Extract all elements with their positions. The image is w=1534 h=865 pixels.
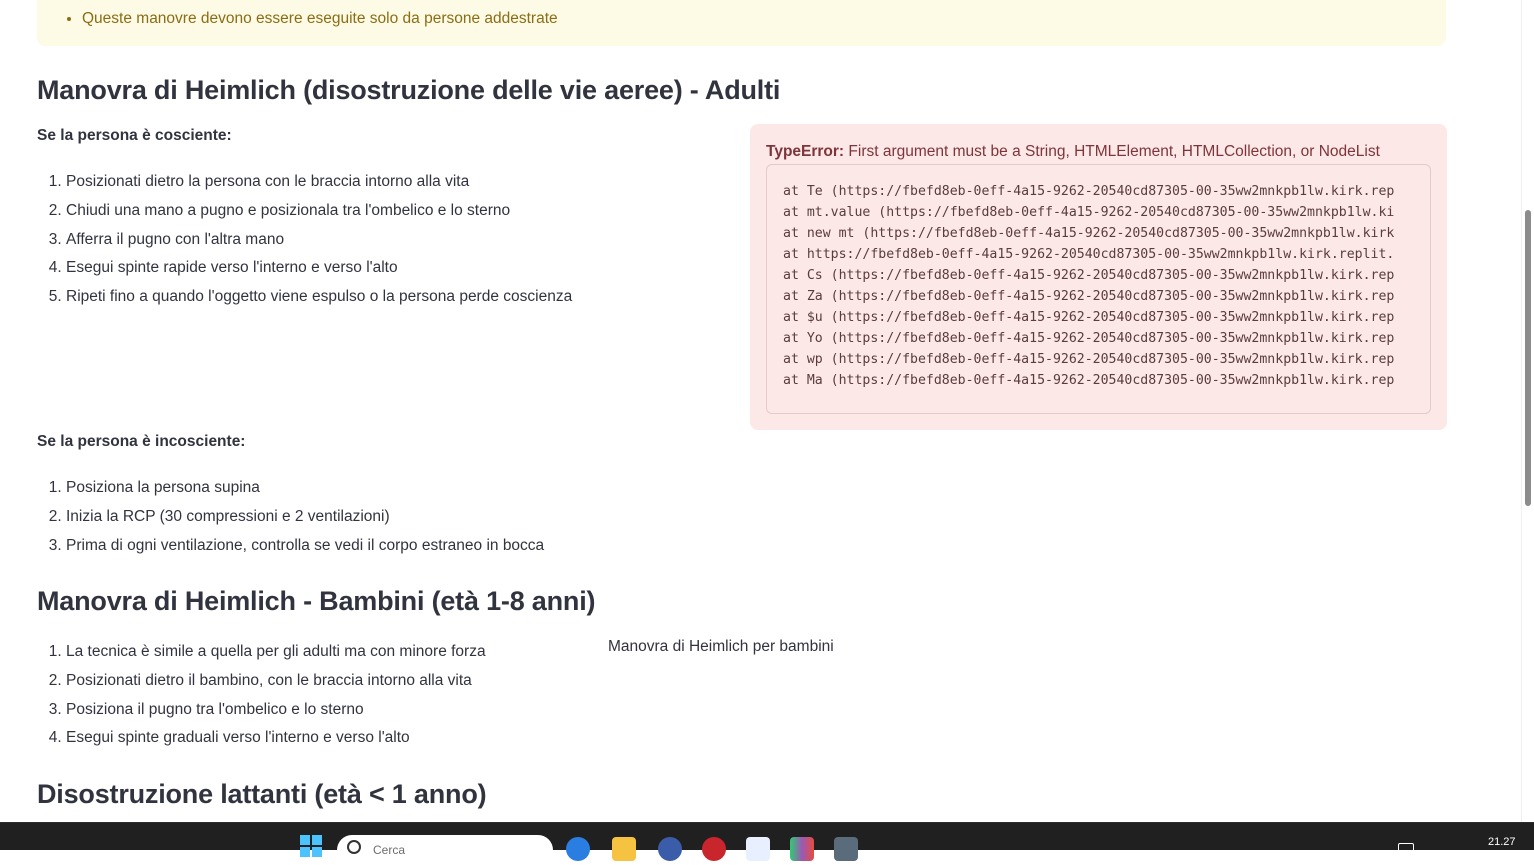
clock[interactable]: 21.27 — [1488, 836, 1516, 848]
children-steps-list: La tecnica è simile a quella per gli adu… — [37, 642, 486, 757]
shield-icon[interactable] — [746, 837, 770, 861]
warning-alert: Queste manovre devono essere eseguite so… — [37, 0, 1446, 46]
list-item: Posizionati dietro il bambino, con le br… — [66, 671, 486, 700]
list-item: Chiudi una mano a pugno e posizionala tr… — [66, 201, 572, 230]
image-alt-text: Manovra di Heimlich per bambini — [608, 638, 834, 655]
app-icon[interactable] — [658, 837, 682, 861]
scrollbar-thumb[interactable] — [1525, 210, 1531, 506]
stack-line: at wp (https://fbefd8eb-0eff-4a15-9262-2… — [783, 352, 1395, 367]
network-icon[interactable] — [1398, 843, 1414, 855]
error-title: TypeError: First argument must be a Stri… — [766, 143, 1380, 161]
warning-item: Queste manovre devono essere eseguite so… — [82, 8, 558, 30]
list-item: Posizionati dietro la persona con le bra… — [66, 172, 572, 201]
app-icon[interactable] — [790, 837, 814, 861]
stack-line: at Ma (https://fbefd8eb-0eff-4a15-9262-2… — [783, 373, 1395, 388]
error-stack-trace[interactable]: at Te (https://fbefd8eb-0eff-4a15-9262-2… — [766, 164, 1431, 414]
edge-icon[interactable] — [566, 837, 590, 861]
error-box: TypeError: First argument must be a Stri… — [750, 124, 1447, 430]
stack-line: at Za (https://fbefd8eb-0eff-4a15-9262-2… — [783, 289, 1395, 304]
search-placeholder: Cerca — [373, 843, 406, 857]
list-item: Afferra il pugno con l'altra mano — [66, 230, 572, 259]
conscious-label: Se la persona è cosciente: — [37, 127, 232, 144]
stack-line: at Cs (https://fbefd8eb-0eff-4a15-9262-2… — [783, 268, 1395, 283]
list-item: Inizia la RCP (30 compressioni e 2 venti… — [66, 507, 544, 536]
stack-line: at Yo (https://fbefd8eb-0eff-4a15-9262-2… — [783, 331, 1395, 346]
file-explorer-icon[interactable] — [612, 837, 636, 861]
children-image: Manovra di Heimlich per bambini — [608, 638, 834, 656]
scrollbar[interactable] — [1521, 0, 1534, 822]
taskbar: Cerca 21.27 — [0, 822, 1534, 865]
stack-line: at https://fbefd8eb-0eff-4a15-9262-20540… — [783, 247, 1395, 262]
list-item: Ripeti fino a quando l'oggetto viene esp… — [66, 287, 572, 316]
stack-line: at $u (https://fbefd8eb-0eff-4a15-9262-2… — [783, 310, 1395, 325]
list-item: Posiziona il pugno tra l'ombelico e lo s… — [66, 700, 486, 729]
section-title-children: Manovra di Heimlich - Bambini (età 1-8 a… — [37, 586, 596, 616]
app-icon[interactable] — [834, 837, 858, 861]
stack-line: at mt.value (https://fbefd8eb-0eff-4a15-… — [783, 205, 1395, 220]
unconscious-label: Se la persona è incosciente: — [37, 433, 246, 450]
unconscious-steps-list: Posiziona la persona supina Inizia la RC… — [37, 478, 544, 564]
main-content: Queste manovre devono essere eseguite so… — [0, 0, 1522, 822]
taskbar-search[interactable]: Cerca — [337, 835, 553, 865]
error-message: First argument must be a String, HTMLEle… — [848, 143, 1380, 160]
section-title-infants: Disostruzione lattanti (età < 1 anno) — [37, 779, 487, 809]
section-title-adults: Manovra di Heimlich (disostruzione delle… — [37, 75, 781, 105]
error-type: TypeError: — [766, 143, 845, 160]
list-item: Prima di ogni ventilazione, controlla se… — [66, 536, 544, 565]
windows-start-icon[interactable] — [300, 835, 322, 857]
app-icon[interactable] — [702, 837, 726, 861]
list-item: Posiziona la persona supina — [66, 478, 544, 507]
stack-line: at new mt (https://fbefd8eb-0eff-4a15-92… — [783, 226, 1395, 241]
list-item: La tecnica è simile a quella per gli adu… — [66, 642, 486, 671]
list-item: Esegui spinte graduali verso l'interno e… — [66, 728, 486, 757]
stack-line: at Te (https://fbefd8eb-0eff-4a15-9262-2… — [783, 184, 1395, 199]
warning-list: Queste manovre devono essere eseguite so… — [37, 8, 558, 30]
list-item: Esegui spinte rapide verso l'interno e v… — [66, 258, 572, 287]
conscious-steps-list: Posizionati dietro la persona con le bra… — [37, 172, 572, 316]
search-icon — [347, 840, 361, 854]
